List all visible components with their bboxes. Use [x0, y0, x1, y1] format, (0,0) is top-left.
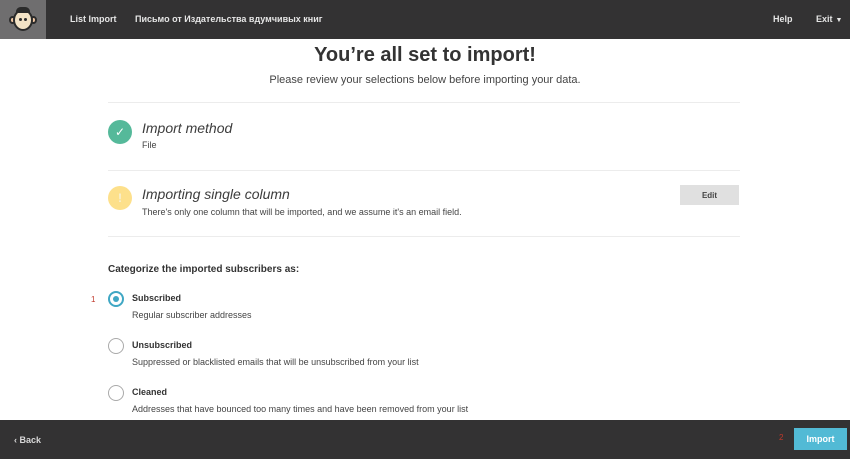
- edit-button[interactable]: Edit: [680, 185, 739, 205]
- chevron-down-icon: ▼: [835, 17, 843, 24]
- exit-label: Exit: [816, 14, 833, 24]
- radio-label: Cleaned: [132, 387, 168, 397]
- bottom-action-bar: ‹ Back 2 Import: [0, 420, 850, 459]
- categorize-label: Categorize the imported subscribers as:: [108, 264, 300, 275]
- nav-campaign-name[interactable]: Письмо от Издательства вдумчивых книг: [135, 14, 323, 24]
- checkmark-icon: ✓: [108, 120, 132, 144]
- divider: [108, 170, 740, 171]
- back-button[interactable]: ‹ Back: [14, 435, 41, 445]
- page-title: You’re all set to import!: [314, 44, 536, 66]
- annotation-marker: 2: [779, 433, 784, 442]
- radio-cleaned[interactable]: [108, 385, 124, 401]
- monkey-logo-icon: [9, 6, 37, 33]
- radio-unsubscribed[interactable]: [108, 338, 124, 354]
- annotation-marker: 1: [91, 295, 96, 304]
- exit-menu[interactable]: Exit ▼: [816, 14, 842, 24]
- top-navigation-bar: List Import Письмо от Издательства вдумч…: [0, 0, 850, 39]
- divider: [108, 236, 740, 237]
- back-label: Back: [19, 435, 42, 445]
- step-title: Importing single column: [142, 186, 290, 202]
- radio-label: Unsubscribed: [132, 340, 193, 350]
- mailchimp-logo[interactable]: [0, 0, 46, 39]
- divider: [108, 102, 740, 103]
- step-title: Import method: [142, 120, 233, 136]
- step-description: File: [142, 140, 157, 150]
- chevron-left-icon: ‹: [14, 435, 17, 445]
- radio-label: Subscribed: [132, 293, 182, 303]
- nav-list-import[interactable]: List Import: [70, 14, 117, 24]
- radio-description: Suppressed or blacklisted emails that wi…: [132, 357, 419, 367]
- step-description: There's only one column that will be imp…: [142, 207, 462, 217]
- radio-description: Regular subscriber addresses: [132, 310, 252, 320]
- warning-icon: !: [108, 186, 132, 210]
- radio-description: Addresses that have bounced too many tim…: [132, 404, 469, 414]
- help-link[interactable]: Help: [773, 14, 793, 24]
- page-subtitle: Please review your selections below befo…: [269, 74, 581, 86]
- radio-subscribed[interactable]: [108, 291, 124, 307]
- import-button[interactable]: Import: [794, 428, 847, 450]
